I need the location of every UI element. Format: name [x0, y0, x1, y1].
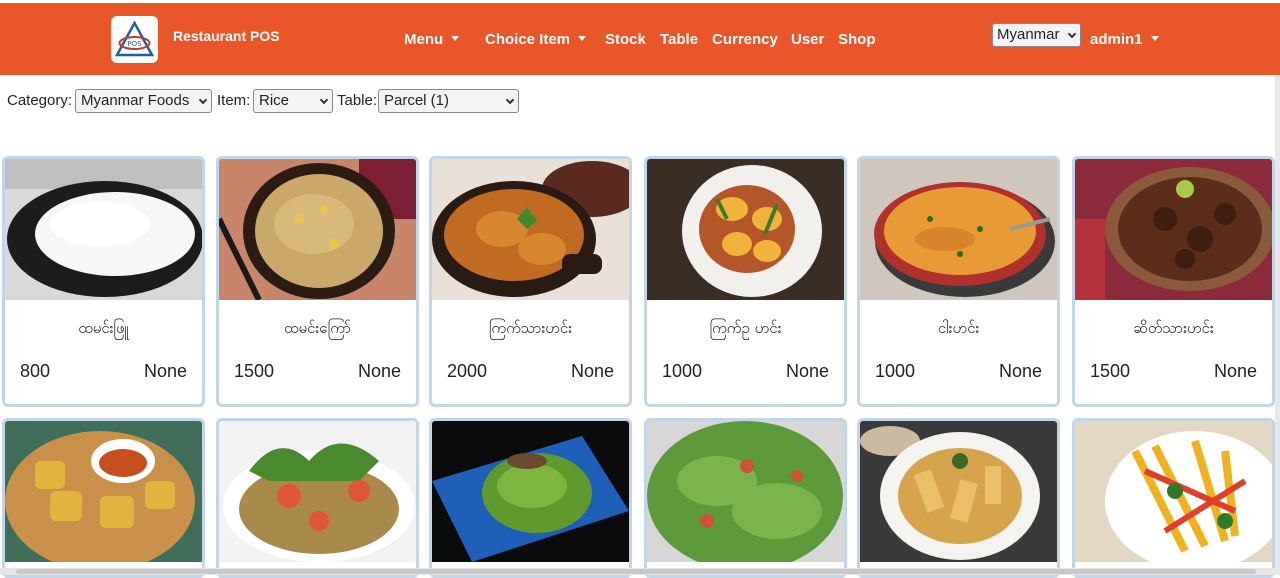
caret-down-icon — [451, 36, 460, 41]
chevron-down-icon — [319, 95, 329, 105]
chevron-down-icon — [198, 95, 208, 105]
product-stock: None — [1213, 361, 1257, 381]
horizontal-scrollbar[interactable] — [0, 568, 1280, 575]
product-name: ထမင်းကြော် — [283, 319, 351, 337]
user-menu[interactable]: admin1 — [1090, 31, 1159, 48]
caret-down-icon — [1150, 36, 1159, 41]
product-card[interactable]: ကြက်ဥ ဟင်း 1000 None — [644, 156, 847, 407]
top-navbar: POS Restaurant POS Menu Choice Item Stoc… — [0, 3, 1280, 75]
app-logo[interactable]: POS — [111, 16, 158, 63]
product-card[interactable] — [429, 418, 632, 578]
product-card[interactable]: ကြက်သားဟင်း 2000 None — [429, 156, 632, 407]
scrollbar-thumb[interactable] — [16, 569, 1256, 574]
product-price: 1000 — [875, 361, 916, 381]
chicken-curry-pot-image — [432, 159, 629, 300]
tofu-noodle-salad-image — [860, 421, 1057, 562]
svg-text:POS: POS — [127, 40, 142, 48]
nav-currency[interactable]: Currency — [712, 31, 778, 48]
green-salad-tray-image — [432, 421, 629, 562]
mango-salad-image — [1075, 421, 1272, 562]
language-select[interactable]: Myanmar — [992, 23, 1081, 47]
item-label: Item: — [217, 92, 251, 109]
nav-menu-label: Menu — [404, 31, 444, 48]
product-name: ငါးဟင်း — [937, 319, 980, 337]
item-select-value: Rice — [259, 92, 290, 109]
logo-mark-icon: POS — [115, 21, 154, 57]
white-rice-bowl-image — [5, 159, 202, 300]
fried-rice-bowl-image — [219, 159, 416, 300]
product-stock: None — [570, 361, 614, 381]
fish-curry-pan-image — [860, 159, 1057, 300]
product-price: 2000 — [447, 361, 488, 381]
language-select-value: Myanmar — [997, 26, 1060, 43]
nav-choice-item[interactable]: Choice Item — [485, 31, 587, 48]
product-card[interactable]: ဆိတ်သားဟင်း 1500 None — [1072, 156, 1275, 407]
brand-title[interactable]: Restaurant POS — [173, 28, 280, 44]
product-card[interactable] — [216, 418, 419, 578]
product-stock: None — [998, 361, 1042, 381]
chevron-down-icon — [505, 95, 515, 105]
vertical-scrollbar[interactable] — [1275, 75, 1280, 575]
product-card[interactable] — [644, 418, 847, 578]
product-price: 1500 — [1090, 361, 1131, 381]
tea-leaf-salad-image — [219, 421, 416, 562]
item-select[interactable]: Rice — [253, 89, 333, 113]
nav-user[interactable]: User — [791, 31, 824, 48]
product-card[interactable] — [1072, 418, 1275, 578]
product-stock: None — [785, 361, 829, 381]
category-select-value: Myanmar Foods — [81, 92, 190, 109]
user-name: admin1 — [1090, 31, 1143, 48]
lettuce-salad-image — [647, 421, 844, 562]
product-name: ကြက်ဥ ဟင်း — [709, 319, 782, 337]
product-name: ကြက်သားဟင်း — [488, 319, 573, 337]
nav-menu[interactable]: Menu — [404, 31, 460, 48]
category-label: Category: — [7, 92, 73, 109]
product-card[interactable]: ထမင်းဖြူ 800 None — [2, 156, 205, 407]
product-price: 1500 — [234, 361, 275, 381]
product-price: 1000 — [662, 361, 703, 381]
nav-stock[interactable]: Stock — [605, 31, 646, 48]
product-price: 800 — [20, 361, 51, 381]
table-select[interactable]: Parcel (1) — [378, 89, 519, 113]
caret-down-icon — [578, 36, 587, 41]
product-card[interactable]: ငါးဟင်း 1000 None — [857, 156, 1060, 407]
table-label: Table: — [337, 92, 378, 109]
nav-table[interactable]: Table — [660, 31, 698, 48]
chevron-down-icon — [1067, 29, 1077, 39]
category-select[interactable]: Myanmar Foods — [75, 89, 212, 113]
goat-curry-bowl-image — [1075, 159, 1272, 300]
egg-curry-plate-image — [647, 159, 844, 300]
product-card[interactable] — [2, 418, 205, 578]
fried-tofu-basket-image — [5, 421, 202, 562]
nav-shop[interactable]: Shop — [838, 31, 876, 48]
nav-choice-item-label: Choice Item — [485, 31, 571, 48]
product-card[interactable]: ထမင်းကြော် 1500 None — [216, 156, 419, 407]
product-name: ထမင်းဖြူ — [78, 319, 129, 337]
table-select-value: Parcel (1) — [384, 92, 450, 109]
product-stock: None — [143, 361, 187, 381]
product-stock: None — [357, 361, 401, 381]
product-card[interactable] — [857, 418, 1060, 578]
product-name: ဆိတ်သားဟင်း — [1133, 319, 1214, 337]
